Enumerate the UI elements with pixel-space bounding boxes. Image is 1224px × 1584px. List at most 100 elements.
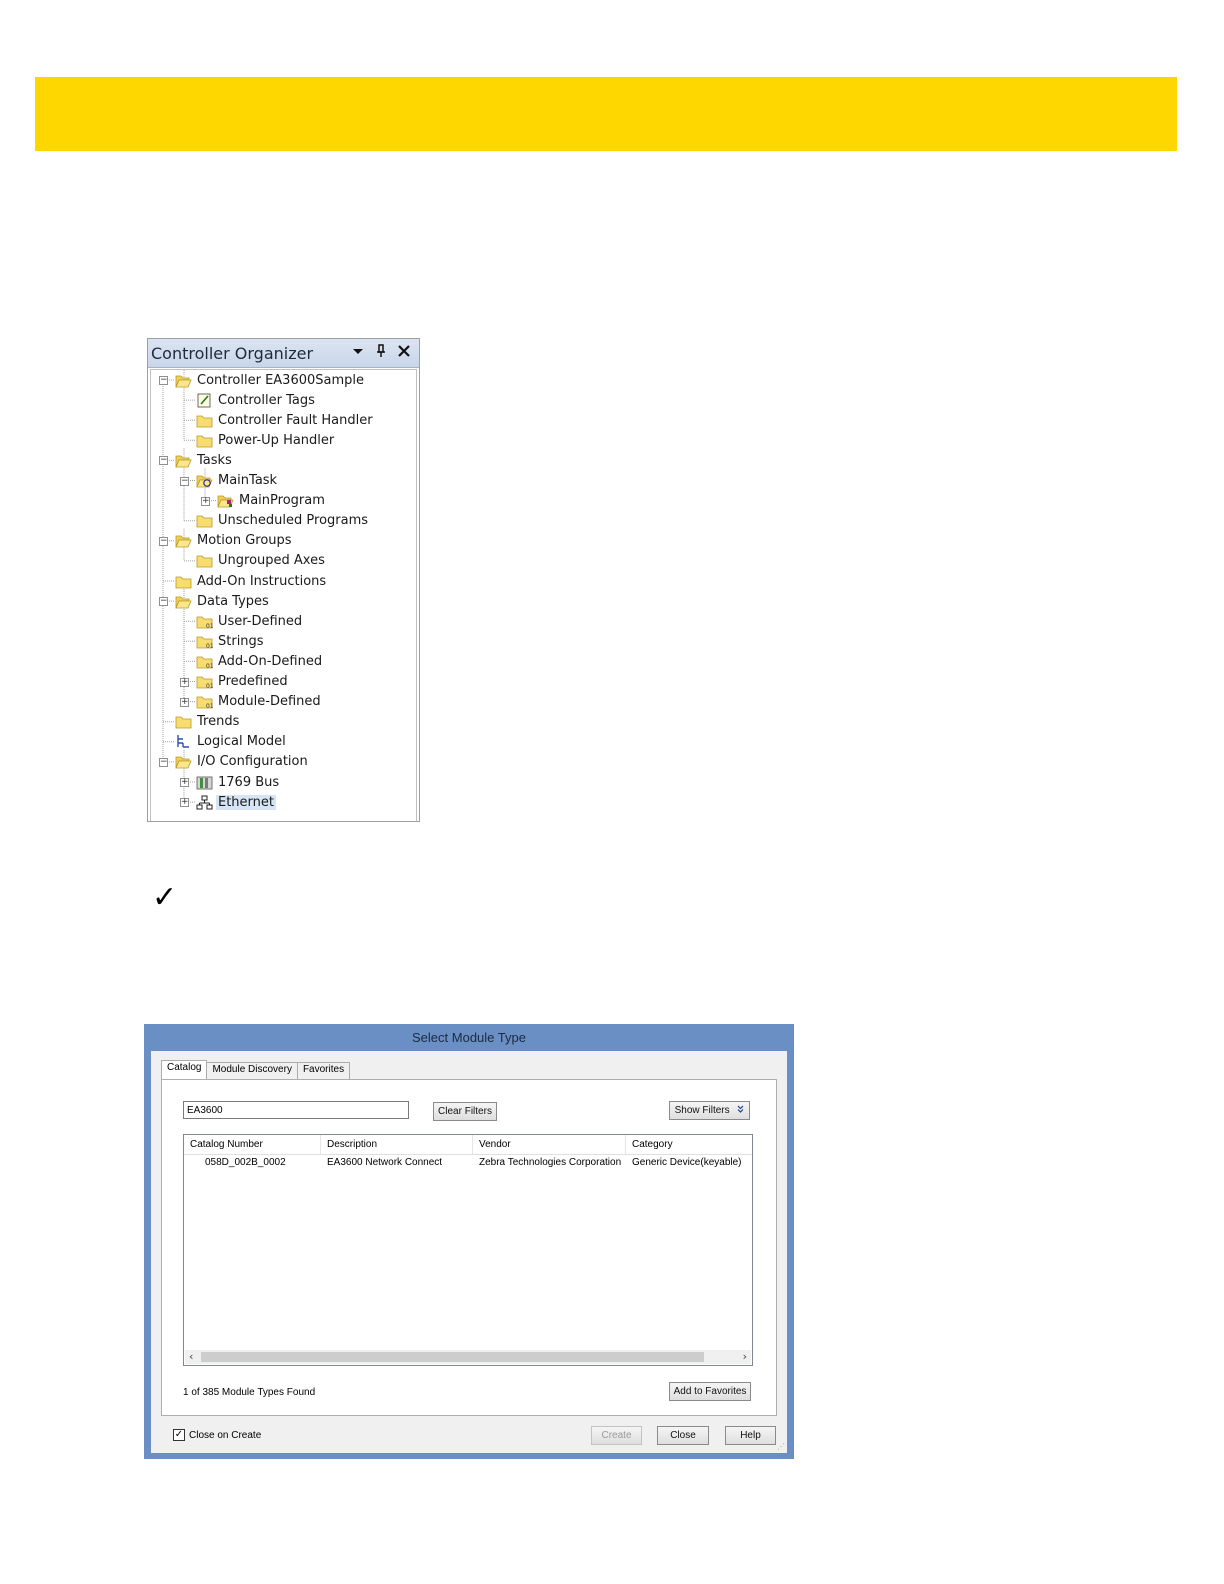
organizer-tree: Controller EA3600Sample − Controller Tags C…: [150, 369, 417, 821]
bus-icon: [196, 775, 213, 790]
collapse-icon[interactable]: −: [159, 597, 168, 607]
tree-node-label: Controller Tags: [218, 392, 315, 408]
tree-node[interactable]: Power-Up Handler: [196, 430, 336, 450]
add-to-favorites-button[interactable]: Add to Favorites: [669, 1382, 751, 1401]
tree-node[interactable]: Controller Tags: [196, 390, 317, 410]
datatype-folder-icon: 01: [196, 614, 214, 630]
tree-node-label: Logical Model: [197, 734, 286, 750]
tree-node[interactable]: Trends: [175, 712, 241, 732]
dialog-body: Catalog Module Discovery Favorites Clear…: [151, 1051, 787, 1453]
close-on-create-checkbox[interactable]: ✓: [173, 1429, 185, 1441]
tree-node[interactable]: Data Types: [175, 591, 271, 611]
scrollbar-thumb[interactable]: [201, 1352, 704, 1362]
cell-vendor: Zebra Technologies Corporation: [479, 1157, 622, 1168]
collapse-icon[interactable]: −: [159, 536, 168, 546]
tree-node-label: Ungrouped Axes: [218, 553, 325, 569]
tree-node-label: MainProgram: [239, 493, 325, 509]
tree-node[interactable]: Controller Fault Handler: [196, 410, 375, 430]
scroll-right-icon[interactable]: ›: [743, 1350, 747, 1364]
tree-node[interactable]: Unscheduled Programs: [196, 511, 370, 531]
collapse-icon[interactable]: −: [159, 376, 168, 385]
expand-icon[interactable]: +: [180, 677, 189, 687]
tab-catalog[interactable]: Catalog: [161, 1060, 208, 1079]
tree-node[interactable]: MainTask: [196, 471, 279, 491]
tree-node[interactable]: 01 Module-Defined: [196, 692, 323, 712]
svg-text:01: 01: [206, 643, 213, 649]
tree-node-label: Controller Fault Handler: [218, 412, 373, 428]
scroll-left-icon[interactable]: ‹: [189, 1350, 193, 1364]
horizontal-scrollbar[interactable]: ‹ ›: [185, 1350, 751, 1364]
create-button[interactable]: Create: [591, 1426, 642, 1445]
tree-node-label: Tasks: [197, 452, 232, 468]
tree-node[interactable]: 01 Predefined: [196, 672, 290, 692]
tree-node-label: Add-On Instructions: [197, 573, 327, 589]
checkmark-icon: ✓: [152, 880, 178, 915]
tree-node[interactable]: I/O Configuration: [175, 752, 310, 772]
column-vendor[interactable]: Vendor: [473, 1135, 626, 1154]
resize-grip-icon[interactable]: ⋰: [777, 1442, 785, 1451]
module-count-text: 1 of 385 Module Types Found: [183, 1387, 316, 1398]
tree-node[interactable]: Controller EA3600Sample: [175, 370, 366, 390]
column-catalog-number[interactable]: Catalog Number: [184, 1135, 321, 1154]
search-input[interactable]: [183, 1101, 409, 1119]
table-header: Catalog Number Description Vendor Catego…: [184, 1135, 752, 1155]
help-button[interactable]: Help: [725, 1426, 776, 1445]
expand-icon[interactable]: +: [180, 778, 189, 787]
tree-node-label: Motion Groups: [197, 533, 292, 549]
tree-node[interactable]: Add-On Instructions: [175, 571, 328, 591]
expand-icon[interactable]: +: [180, 697, 189, 707]
tree-node[interactable]: Ungrouped Axes: [196, 551, 327, 571]
tree-node[interactable]: Logical Model: [175, 732, 288, 752]
tree-node[interactable]: Ethernet: [196, 792, 276, 812]
tree-node-label: Predefined: [218, 674, 288, 689]
tree-node[interactable]: 1769 Bus: [196, 772, 281, 792]
expand-icon[interactable]: +: [180, 798, 189, 808]
collapse-icon[interactable]: −: [180, 476, 189, 486]
folder-open-icon: [175, 373, 192, 388]
folder-open-icon: [175, 533, 192, 548]
select-module-type-dialog: Select Module Type Catalog Module Discov…: [144, 1024, 794, 1459]
tree-node-label: Ethernet: [216, 794, 276, 810]
tree-node-label: MainTask: [218, 473, 278, 488]
tree-node-label: User-Defined: [218, 613, 303, 629]
tab-favorites[interactable]: Favorites: [296, 1062, 351, 1079]
column-description[interactable]: Description: [321, 1135, 473, 1154]
pin-icon[interactable]: [376, 344, 386, 362]
tree-node-label: 1769 Bus: [218, 774, 280, 790]
folder-icon: [196, 553, 213, 568]
task-icon: [196, 473, 213, 488]
double-chevron-down-icon: [737, 1102, 744, 1119]
chevron-down-icon[interactable]: [352, 345, 364, 361]
tab-module-discovery[interactable]: Module Discovery: [206, 1062, 298, 1079]
close-on-create-option[interactable]: ✓ Close on Create: [173, 1429, 261, 1441]
dialog-title: Select Module Type: [412, 1030, 526, 1045]
svg-text:01: 01: [206, 683, 213, 689]
network-icon: [196, 795, 213, 810]
column-category[interactable]: Category: [626, 1135, 752, 1154]
clear-filters-button[interactable]: Clear Filters: [433, 1102, 497, 1121]
expand-icon[interactable]: +: [201, 496, 210, 506]
tree-node[interactable]: Motion Groups: [175, 531, 294, 551]
organizer-title-bar: Controller Organizer: [148, 339, 419, 368]
tree-node-label: Unscheduled Programs: [218, 513, 369, 529]
close-button[interactable]: Close: [657, 1426, 709, 1445]
tree-node-label: Controller EA3600Sample: [197, 372, 365, 388]
folder-open-icon: [175, 453, 192, 468]
tags-icon: [196, 393, 213, 408]
close-icon[interactable]: [398, 345, 410, 361]
svg-text:01: 01: [206, 623, 213, 629]
tree-node[interactable]: 01 User-Defined: [196, 611, 304, 631]
tree-node-label: Module-Defined: [218, 694, 321, 710]
collapse-icon[interactable]: −: [159, 757, 168, 767]
close-on-create-label: Close on Create: [189, 1429, 262, 1441]
tree-node-label: I/O Configuration: [197, 754, 308, 770]
logical-model-icon: [175, 734, 192, 749]
tree-node[interactable]: 01 Add-On-Defined: [196, 651, 324, 671]
table-row[interactable]: 058D_002B_0002 EA3600 Network Connect Ze…: [184, 1155, 752, 1171]
collapse-icon[interactable]: −: [159, 456, 168, 466]
show-filters-button[interactable]: Show Filters: [669, 1101, 750, 1120]
tree-node-label: Add-On-Defined: [218, 653, 323, 669]
tree-node[interactable]: MainProgram: [217, 491, 327, 511]
tree-node[interactable]: 01 Strings: [196, 631, 266, 651]
tree-node[interactable]: Tasks: [175, 450, 234, 470]
